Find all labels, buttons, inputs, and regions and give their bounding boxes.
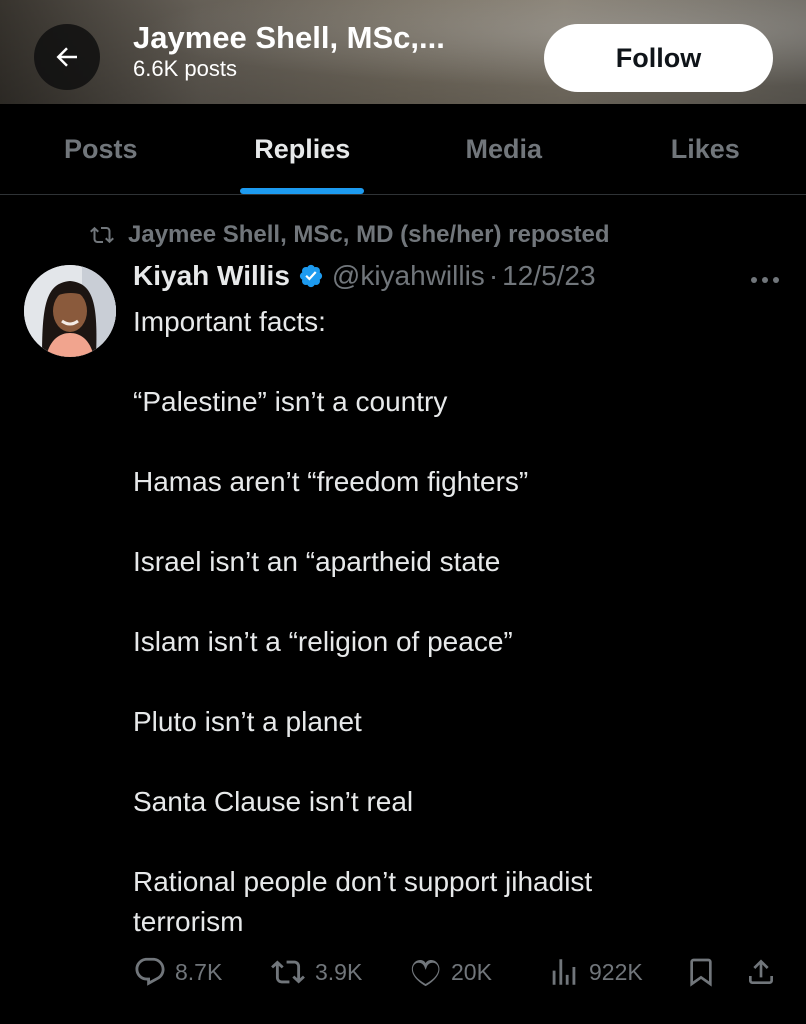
repost-context[interactable]: Jaymee Shell, MSc, MD (she/her) reposted — [88, 221, 610, 249]
tab-likes[interactable]: Likes — [605, 104, 806, 194]
back-arrow-icon — [56, 47, 77, 67]
tweet-paragraph: Rational people don’t support jihadist t… — [133, 866, 593, 937]
tweet-paragraph: Hamas aren’t “freedom fighters” — [133, 466, 529, 497]
verified-badge-icon — [298, 263, 324, 289]
views-button[interactable]: 922K — [547, 950, 643, 994]
view-count: 922K — [589, 958, 643, 985]
repost-icon — [90, 226, 114, 244]
back-button[interactable] — [34, 24, 100, 90]
reply-count: 8.7K — [175, 958, 223, 985]
bookmark-button[interactable] — [685, 950, 725, 994]
tweet-paragraph: Pluto isn’t a planet — [133, 706, 362, 737]
like-button[interactable]: 20K — [409, 950, 492, 994]
tab-media[interactable]: Media — [403, 104, 605, 194]
reply-icon — [135, 957, 165, 986]
more-options-button[interactable] — [745, 265, 785, 295]
tab-posts[interactable]: Posts — [0, 104, 202, 194]
tweet-paragraph: Islam isn’t a “religion of peace” — [133, 626, 513, 657]
profile-title: Jaymee Shell, MSc,... — [133, 20, 445, 55]
heart-icon — [411, 959, 440, 987]
share-button[interactable] — [745, 950, 785, 994]
repost-count: 3.9K — [315, 958, 363, 985]
profile-header: Jaymee Shell, MSc,... 6.6K posts Follow — [0, 0, 806, 104]
separator-dot: · — [488, 260, 499, 291]
tweet-author-line: Kiyah Willis @kiyahwillis · 12/5/23 — [133, 260, 596, 292]
repost-button[interactable]: 3.9K — [269, 950, 362, 994]
tweet-text: Important facts: “Palestine” isn’t a cou… — [133, 302, 773, 982]
tweet-paragraph: Important facts: — [133, 306, 326, 337]
tweet-paragraph: Israel isn’t an “apartheid state — [133, 546, 501, 577]
author-handle[interactable]: @kiyahwillis — [332, 260, 485, 292]
like-count: 20K — [451, 958, 492, 985]
tweet-paragraph: Santa Clause isn’t real — [133, 786, 414, 817]
profile-tabs: Posts Replies Media Likes — [0, 104, 806, 195]
author-name[interactable]: Kiyah Willis — [133, 260, 290, 292]
avatar[interactable] — [24, 265, 116, 357]
post-count: 6.6K posts — [133, 56, 237, 81]
tweet-paragraph: “Palestine” isn’t a country — [133, 386, 448, 417]
avatar-image — [24, 265, 116, 357]
share-icon — [749, 959, 773, 984]
reply-button[interactable]: 8.7K — [133, 950, 222, 994]
more-icon — [751, 277, 779, 283]
tab-replies[interactable]: Replies — [202, 104, 404, 194]
tweet-date[interactable]: 12/5/23 — [502, 260, 595, 292]
bookmark-icon — [690, 958, 712, 987]
tweet-actions: 8.7K 3.9K 20K 922K — [133, 950, 783, 994]
repost-label: Jaymee Shell, MSc, MD (she/her) reposted — [128, 221, 610, 248]
views-icon — [552, 959, 576, 985]
follow-button[interactable]: Follow — [544, 24, 773, 92]
repost-icon — [271, 960, 305, 984]
